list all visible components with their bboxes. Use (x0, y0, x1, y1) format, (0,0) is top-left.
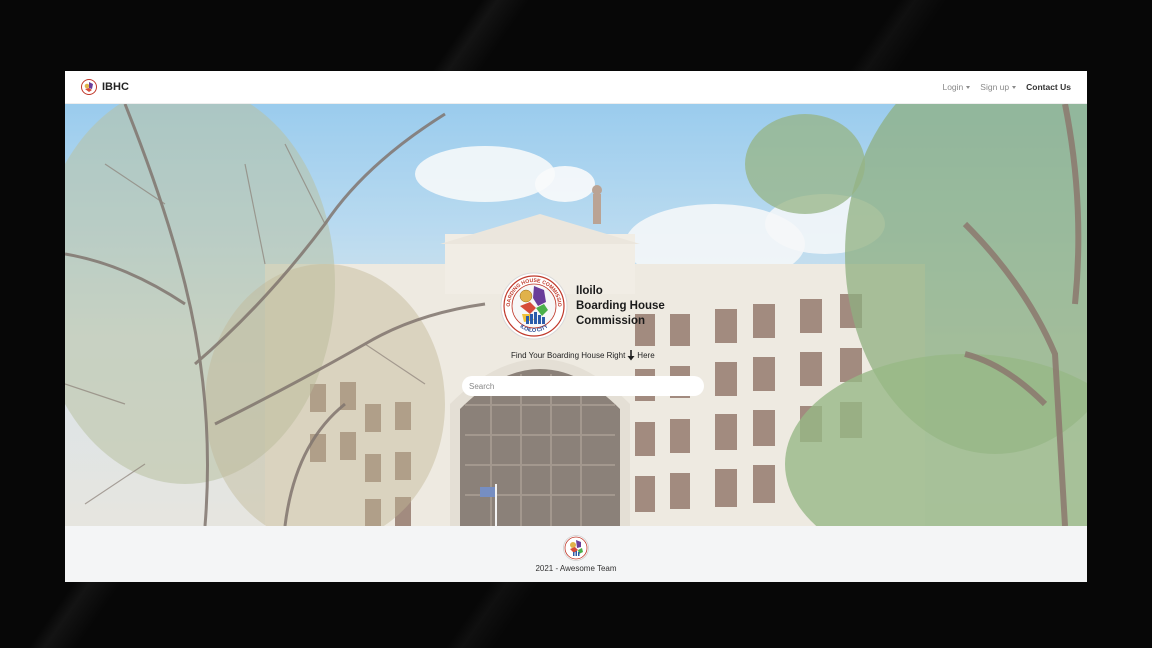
tagline-text-end: Here (637, 351, 655, 360)
brand-link[interactable]: IBHC (81, 79, 129, 95)
nav-links: Login Sign up Contact Us (942, 82, 1071, 92)
tagline-text-start: Find Your Boarding House Right (511, 351, 626, 360)
hero-section: BOARDING HOUSE COMMISSION ILOILO CITY (65, 104, 1087, 526)
footer-logo-icon (563, 535, 589, 561)
caret-down-icon (966, 85, 971, 89)
commission-branding: BOARDING HOUSE COMMISSION ILOILO CITY (500, 272, 686, 340)
footer-copyright: 2021 - Awesome Team (535, 564, 617, 573)
signup-label: Sign up (980, 82, 1010, 92)
hero-content: BOARDING HOUSE COMMISSION ILOILO CITY (65, 104, 1087, 526)
commission-seal-icon: BOARDING HOUSE COMMISSION ILOILO CITY (500, 272, 568, 340)
hero-title: Iloilo Boarding House Commission (576, 284, 686, 329)
search-input[interactable] (462, 376, 704, 396)
arrow-down-icon (627, 350, 635, 361)
hero-tagline: Find Your Boarding House Right Here (511, 350, 655, 361)
footer: 2021 - Awesome Team (65, 526, 1087, 582)
screen-background: IBHC Login Sign up Contact Us OARDING HO… (0, 0, 1152, 648)
brand-name: IBHC (102, 81, 129, 93)
hero-title-line-3: Commission (576, 314, 646, 327)
caret-down-icon (1012, 85, 1017, 89)
navbar: IBHC Login Sign up Contact Us (65, 71, 1087, 104)
contact-us-link[interactable]: Contact Us (1026, 82, 1071, 92)
hero-title-line-1: Iloilo (576, 284, 603, 297)
signup-dropdown[interactable]: Sign up (980, 82, 1017, 92)
ibhc-logo-icon (81, 79, 97, 95)
login-label: Login (942, 82, 964, 92)
login-dropdown[interactable]: Login (942, 82, 971, 92)
hero-title-line-2: Boarding House (576, 299, 665, 312)
browser-page: IBHC Login Sign up Contact Us OARDING HO… (65, 71, 1087, 582)
